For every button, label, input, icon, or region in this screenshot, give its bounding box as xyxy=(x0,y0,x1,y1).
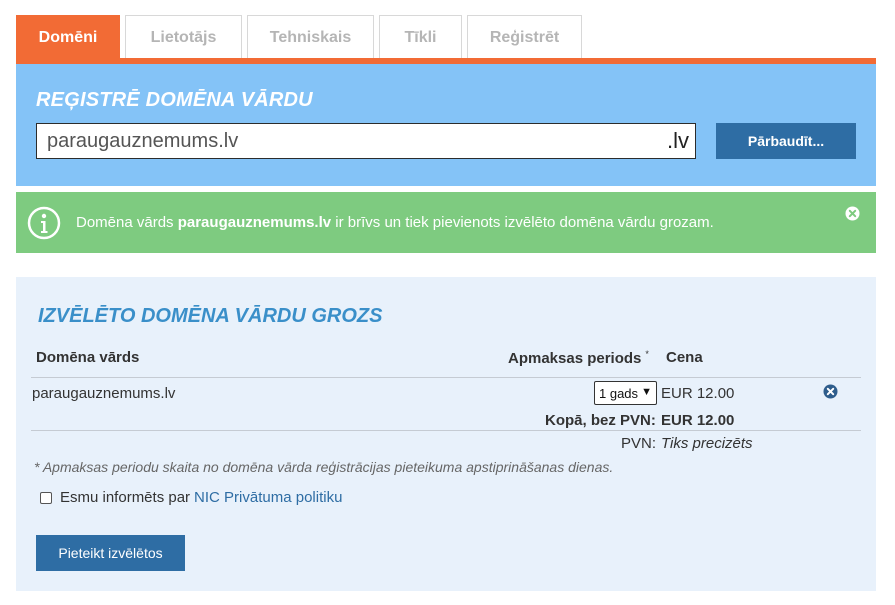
period-select[interactable]: 1 gads ▼ xyxy=(594,381,657,405)
submit-button[interactable]: Pieteikt izvēlētos xyxy=(36,535,185,571)
vat-label: PVN: xyxy=(621,435,657,452)
domain-input[interactable] xyxy=(37,124,667,158)
cart-title: IZVĒLĒTO DOMĒNA VĀRDU GROZS xyxy=(38,305,383,327)
tab-networks[interactable]: Tīkli xyxy=(379,15,462,59)
cart-row-domain: paraugauznemums.lv xyxy=(32,385,176,402)
domain-tabs: Domēni Lietotājs Tehniskais Tīkli Reģist… xyxy=(16,15,587,59)
privacy-policy-link[interactable]: NIC Privātuma politiku xyxy=(194,489,342,506)
privacy-consent: Esmu informēts par NIC Privātuma politik… xyxy=(40,489,342,506)
alert-message: Domēna vārds paraugauznemums.lv ir brīvs… xyxy=(76,214,714,231)
domain-search-box: .lv xyxy=(36,123,696,159)
privacy-checkbox[interactable] xyxy=(40,491,52,504)
alert-domain: paraugauznemums.lv xyxy=(177,214,332,231)
availability-alert: Domēna vārds paraugauznemums.lv ir brīvs… xyxy=(16,192,876,253)
tab-register[interactable]: Reģistrēt xyxy=(467,15,582,59)
divider xyxy=(31,377,861,378)
domain-cart: IZVĒLĒTO DOMĒNA VĀRDU GROZS Domēna vārds… xyxy=(16,277,876,591)
cart-row-price: EUR 12.00 xyxy=(661,385,735,402)
register-panel: REĢISTRĒ DOMĒNA VĀRDU .lv Pārbaudīt... xyxy=(16,64,876,186)
close-icon[interactable] xyxy=(845,206,860,221)
divider xyxy=(31,430,861,431)
chevron-down-icon: ▼ xyxy=(641,386,652,398)
tab-technical[interactable]: Tehniskais xyxy=(247,15,374,59)
vat-value: Tiks precizēts xyxy=(661,435,753,452)
consent-label: Esmu informēts par xyxy=(60,489,191,506)
column-header-domain: Domēna vārds xyxy=(36,349,140,366)
total-label: Kopā, bez PVN: xyxy=(545,412,656,429)
total-value: EUR 12.00 xyxy=(661,412,735,429)
check-button[interactable]: Pārbaudīt... xyxy=(716,123,856,159)
remove-icon[interactable] xyxy=(823,384,838,399)
register-title: REĢISTRĒ DOMĒNA VĀRDU xyxy=(36,89,313,111)
tab-domains[interactable]: Domēni xyxy=(16,15,120,59)
info-icon xyxy=(27,206,61,240)
column-header-price: Cena xyxy=(666,349,703,366)
tab-user[interactable]: Lietotājs xyxy=(125,15,242,59)
period-note: * Apmaksas periodu skaita no domēna vārd… xyxy=(34,459,614,475)
tld-suffix: .lv xyxy=(667,128,689,153)
column-header-period: Apmaksas periods * xyxy=(508,349,649,367)
